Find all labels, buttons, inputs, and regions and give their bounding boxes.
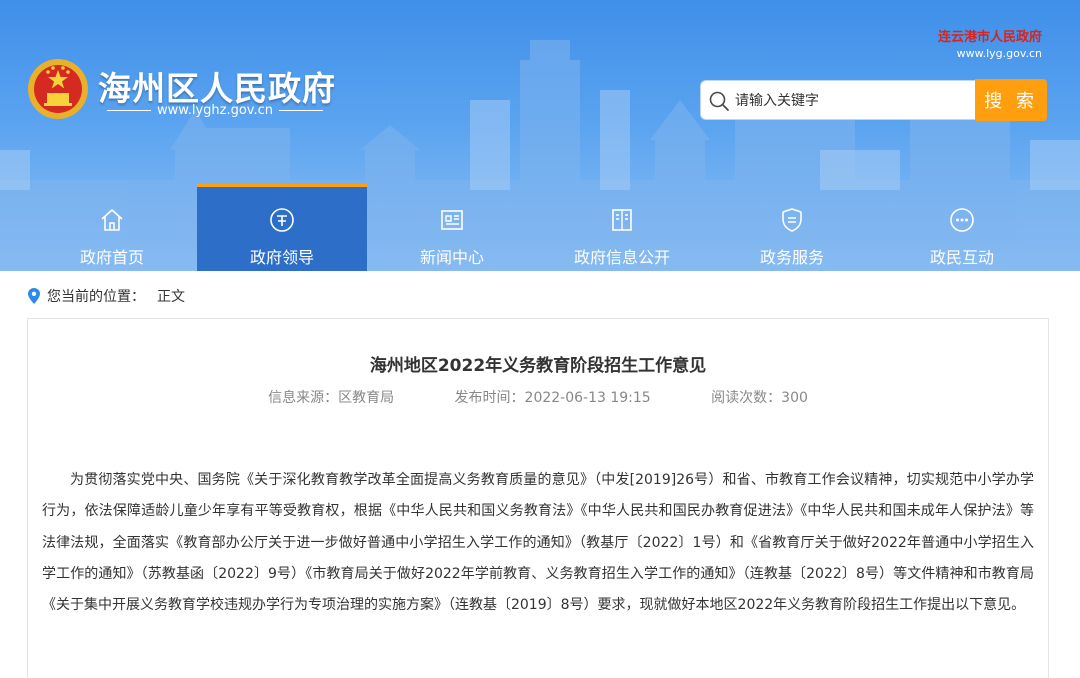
- nav-item-leaders[interactable]: 政府领导: [197, 184, 367, 271]
- shield-icon: [782, 208, 802, 232]
- nav-label: 政务服务: [759, 248, 824, 267]
- location-pin-icon: [28, 288, 40, 304]
- leader-icon: [270, 208, 294, 232]
- breadcrumb-prefix: 您当前的位置：: [47, 289, 145, 305]
- nav-item-news[interactable]: 新闻中心: [367, 184, 537, 271]
- home-icon: [101, 209, 123, 231]
- nav-item-interaction[interactable]: 政民互动: [877, 184, 1047, 271]
- nav-item-info-disclosure[interactable]: 政府信息公开: [537, 184, 707, 271]
- nav-label: 政民互动: [929, 248, 994, 267]
- article-meta: 信息来源：区教育局 发布时间：2022-06-13 19:15 阅读次数：300: [28, 387, 1048, 407]
- nav-label: 新闻中心: [419, 248, 484, 267]
- article-body: 为贯彻落实党中央、国务院《关于深化教育教学改革全面提高义务教育质量的意见》（中发…: [42, 472, 1034, 614]
- search-input[interactable]: [735, 89, 971, 113]
- article-view-count: 阅读次数：300: [711, 390, 808, 406]
- breadcrumb-current[interactable]: 正文: [157, 286, 185, 306]
- news-icon: [441, 210, 463, 230]
- book-icon: [612, 209, 632, 231]
- main-nav: 政府首页 政府领导 新闻中心 政府信息公开 政务服务 政民互动: [27, 184, 1047, 271]
- city-government-link[interactable]: 连云港市人民政府 www.lyg.gov.cn: [938, 26, 1042, 60]
- article-source: 信息来源：区教育局: [268, 390, 395, 406]
- national-emblem-icon: [28, 59, 88, 119]
- nav-item-home[interactable]: 政府首页: [27, 184, 197, 271]
- breadcrumb: 您当前的位置： 正文: [28, 285, 185, 307]
- nav-label: 政府信息公开: [573, 248, 670, 267]
- article-panel: 海州地区2022年义务教育阶段招生工作意见 信息来源：区教育局 发布时间：202…: [27, 318, 1049, 678]
- article-publish-time: 发布时间：2022-06-13 19:15: [454, 390, 651, 406]
- article-title: 海州地区2022年义务教育阶段招生工作意见: [369, 356, 707, 376]
- city-url[interactable]: www.lyg.gov.cn: [938, 47, 1042, 60]
- page-header: 海州区人民政府 www.lyghz.gov.cn 连云港市人民政府 www.ly…: [0, 0, 1080, 271]
- search-icon: [709, 91, 729, 111]
- search-button[interactable]: 搜 索: [975, 79, 1047, 121]
- site-url[interactable]: www.lyghz.gov.cn: [100, 103, 330, 118]
- nav-label: 政府领导: [249, 248, 314, 267]
- nav-label: 政府首页: [79, 248, 144, 267]
- city-name[interactable]: 连云港市人民政府: [938, 26, 1042, 45]
- search-box: [700, 80, 976, 120]
- nav-item-services[interactable]: 政务服务: [707, 184, 877, 271]
- chat-icon: [950, 208, 974, 232]
